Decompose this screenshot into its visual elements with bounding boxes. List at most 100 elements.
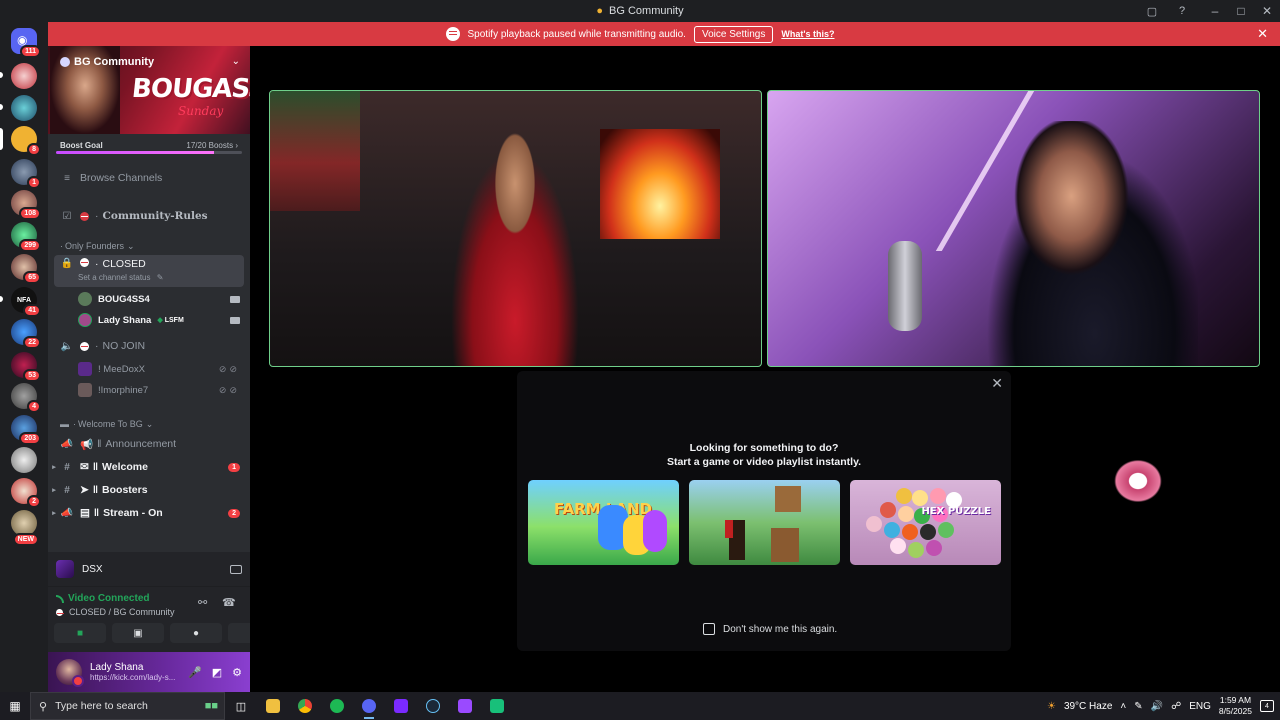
server-icon-12[interactable]: 203 [11, 415, 41, 445]
chevron-down-icon[interactable]: ⌄ [232, 56, 240, 67]
channel-community-rules[interactable]: ☑ · Community-Rules [60, 206, 250, 226]
language[interactable]: ENG [1189, 701, 1211, 712]
nzxt-icon [394, 699, 408, 713]
voice-location[interactable]: CLOSED / BG Community [56, 607, 175, 617]
date: 8/5/2025 [1218, 706, 1252, 716]
activity-card-blocks[interactable] [689, 480, 840, 565]
file-explorer-app[interactable] [257, 692, 289, 720]
soundboard-button[interactable]: ♫ [228, 623, 250, 643]
channel-sidebar: BOUGASSAA Sunday BG Community ⌄ Boost Go… [48, 46, 250, 692]
inbox-icon[interactable]: ▢ [1144, 3, 1160, 19]
channel-stream-on[interactable]: ▸ 📣 ▤ ‖ Stream - On 2 [48, 503, 250, 523]
gear-icon[interactable]: ⚙ [232, 666, 242, 679]
channel-announcement[interactable]: 📣 📢 ‖ Announcement [60, 434, 250, 454]
screen-icon[interactable] [230, 564, 242, 574]
spotify-icon [330, 699, 344, 713]
app-purple[interactable] [449, 692, 481, 720]
app-green[interactable] [481, 692, 513, 720]
network-icon[interactable]: ☍ [1171, 701, 1181, 712]
server-icon-14[interactable]: 2 [11, 478, 41, 508]
close-icon[interactable]: ✕ [991, 375, 1003, 392]
taskbar-search[interactable]: ⚲ Type here to search ■■ [30, 692, 225, 720]
video-tile-lady-shana[interactable] [767, 90, 1260, 367]
server-banner[interactable]: BOUGASSAA Sunday BG Community ⌄ [48, 46, 250, 134]
server-icon-11[interactable]: 4 [11, 383, 41, 413]
activities-button[interactable]: ● [170, 623, 222, 643]
help-icon[interactable]: ? [1174, 3, 1190, 19]
whats-this-link[interactable]: What's this? [781, 29, 834, 39]
activity-card-farm-land[interactable]: FARM LAND [528, 480, 679, 565]
signal-icon[interactable] [56, 594, 64, 603]
server-icon-7[interactable]: 65 [11, 254, 41, 284]
server-icon-10[interactable]: 53 [11, 352, 41, 382]
weather[interactable]: 39°C Haze [1064, 701, 1112, 712]
unread-pill [0, 72, 3, 78]
server-icon-1[interactable] [11, 63, 37, 89]
screen-share-button[interactable]: ▣ [112, 623, 164, 643]
nzxt-app[interactable] [385, 692, 417, 720]
windows-start-button[interactable]: ▦ [0, 692, 30, 720]
server-icon-5[interactable]: 108 [11, 190, 41, 220]
discord-window: ● BG Community ▢ ? – □ ✕ Spotify playbac… [0, 0, 1280, 720]
user-label: ! MeeDoxX [98, 363, 145, 375]
task-view-button[interactable]: ◫ [225, 692, 257, 720]
boost-goal[interactable]: Boost Goal 17/20 Boosts › [48, 134, 250, 156]
collapse-arrow-icon: ▸ [52, 464, 56, 471]
discord-app[interactable] [353, 692, 385, 720]
category-only-founders[interactable]: · Only Founders ⌄ [60, 236, 250, 256]
chrome-app[interactable] [289, 692, 321, 720]
spotify-app[interactable] [321, 692, 353, 720]
microphone-icon[interactable]: 🎤 [188, 666, 202, 679]
noise-suppression-icon[interactable]: ⚯ [198, 596, 207, 609]
voice-settings-button[interactable]: Voice Settings [693, 25, 774, 43]
steam-app[interactable] [417, 692, 449, 720]
home-button[interactable]: ◉ 111 [11, 28, 41, 58]
server-icon-9[interactable]: 22 [11, 319, 41, 349]
voice-channel-closed[interactable]: 🔒 · CLOSED Set a channel status ✎ [54, 255, 244, 287]
no-entry-icon [80, 211, 89, 221]
volume-icon[interactable]: 🔊 [1151, 701, 1163, 712]
voice-user-meedoxx[interactable]: ! MeeDoxX ⊘⊘ [78, 359, 250, 379]
user-panel: Lady Shana https://kick.com/lady-s... 🎤 … [48, 652, 250, 692]
disconnect-icon[interactable]: ☎ [222, 596, 236, 609]
maximize-button[interactable]: □ [1228, 4, 1254, 18]
activity-card-hex-puzzle[interactable]: HEX PUZZLE [850, 480, 1001, 565]
channel-status[interactable]: Set a channel status ✎ [78, 273, 163, 282]
channel-welcome[interactable]: ▸ # ✉ ‖ Welcome 1 [48, 457, 250, 477]
user-tag: LSFM [164, 316, 184, 324]
server-icon-13[interactable] [11, 447, 37, 473]
voice-channel-no-join[interactable]: 🔈 · NO JOIN [60, 336, 250, 356]
server-icon-2[interactable] [11, 95, 37, 121]
clock[interactable]: 1:59 AM 8/5/2025 [1219, 695, 1252, 717]
voice-user-lady-shana[interactable]: Lady Shana ◆ LSFM [78, 310, 250, 330]
minimize-button[interactable]: – [1202, 4, 1228, 18]
collapse-arrow-icon: ▸ [52, 487, 56, 494]
chrome-icon [298, 699, 312, 713]
server-name[interactable]: BG Community [60, 56, 154, 68]
chevron-up-icon[interactable]: ˄ [1120, 701, 1126, 712]
channel-boosters[interactable]: ▸ # ➤ ‖ Boosters [48, 480, 250, 500]
pen-icon[interactable]: ✎ [1134, 701, 1142, 712]
headphones-icon[interactable]: ◩ [212, 666, 222, 679]
camera-button[interactable]: ■ [54, 623, 106, 643]
server-badge: 4 [27, 400, 41, 413]
category-welcome[interactable]: ▬ · Welcome To BG ⌄ [60, 414, 250, 434]
checkbox[interactable] [703, 623, 715, 635]
dsx-activity-panel[interactable]: DSX [48, 552, 250, 586]
close-window-button[interactable]: ✕ [1254, 4, 1280, 18]
server-icon-6[interactable]: 299 [11, 222, 41, 252]
flag-background [270, 91, 360, 211]
dont-show-again[interactable]: Don't show me this again. [703, 623, 837, 635]
server-icon-15[interactable]: NEW [11, 510, 39, 546]
video-tile-bougassa[interactable] [269, 90, 762, 367]
voice-user-imorphine7[interactable]: !Imorphine7 ⊘⊘ [78, 380, 250, 400]
category-label: Welcome To BG [78, 419, 143, 429]
server-icon-4[interactable]: 1 [11, 159, 41, 189]
close-notice-icon[interactable]: ✕ [1257, 26, 1268, 42]
voice-user-bougassa[interactable]: BOUG4SS4 [78, 289, 250, 309]
avatar[interactable] [56, 659, 84, 687]
server-icon-3[interactable]: 8 [11, 126, 41, 156]
server-icon-8[interactable]: NFA 41 [11, 287, 41, 317]
browse-channels[interactable]: ≡ Browse Channels [60, 168, 250, 188]
notification-center-icon[interactable]: 4 [1260, 700, 1274, 712]
